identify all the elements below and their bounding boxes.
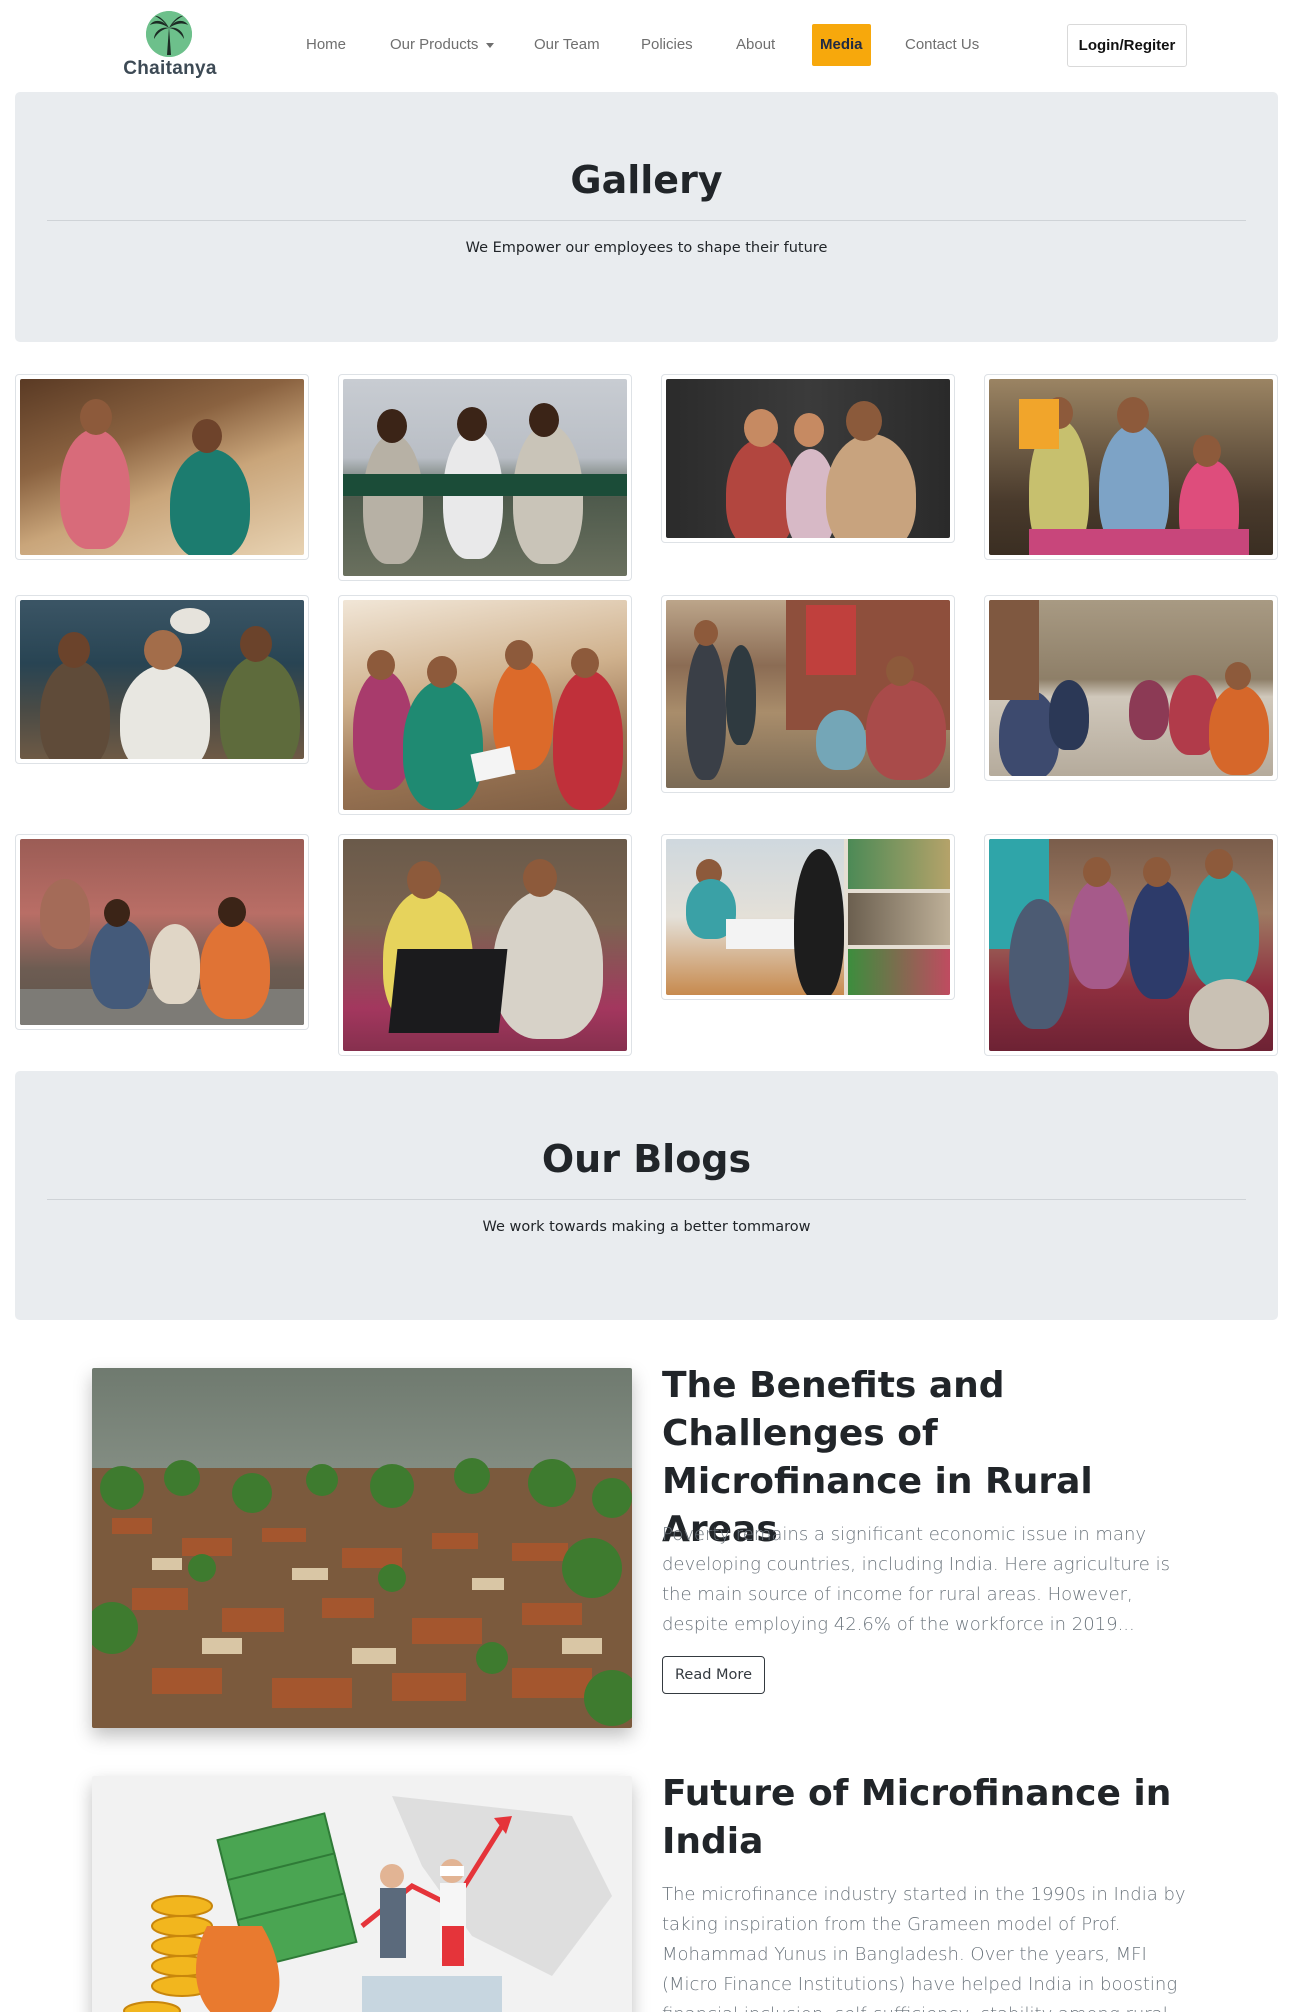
nav-media[interactable]: Media xyxy=(812,24,871,66)
top-navbar: Chaitanya Home Our Products Our Team Pol… xyxy=(0,0,1292,92)
nav-about[interactable]: About xyxy=(736,24,775,66)
gallery-photo-7[interactable] xyxy=(661,595,955,793)
gallery-photo-8[interactable] xyxy=(984,595,1278,781)
gallery-title: Gallery xyxy=(570,158,723,202)
gallery-photo-10[interactable] xyxy=(338,834,632,1056)
nav-contact-us[interactable]: Contact Us xyxy=(905,24,979,66)
gallery-photo-1[interactable] xyxy=(15,374,309,560)
photo-women-group-meeting xyxy=(343,600,627,810)
photo-men-by-river xyxy=(20,600,304,759)
blog-2-image[interactable] xyxy=(92,1776,632,2012)
brand-logo[interactable]: Chaitanya xyxy=(120,8,220,84)
gallery-photo-12[interactable] xyxy=(984,834,1278,1056)
photo-women-group-carpet xyxy=(989,839,1273,1051)
nav-home[interactable]: Home xyxy=(306,24,346,66)
gallery-subtitle: We Empower our employees to shape their … xyxy=(465,240,828,256)
nav-our-team[interactable]: Our Team xyxy=(534,24,600,66)
divider xyxy=(47,1199,1246,1200)
photo-family-outside-hut xyxy=(989,379,1273,555)
blogs-subtitle: We work towards making a better tommarow xyxy=(482,1219,811,1235)
blog-1-image[interactable] xyxy=(92,1368,632,1728)
gallery-header: Gallery We Empower our employees to shap… xyxy=(15,92,1278,342)
divider xyxy=(47,220,1246,221)
blog-1-read-more-button[interactable]: Read More xyxy=(662,1656,765,1694)
photo-couple-weaving xyxy=(20,379,304,555)
photo-microfinance-collage xyxy=(666,839,950,995)
chevron-down-icon xyxy=(486,42,495,48)
blog-1-excerpt: Poverty remains a significant economic i… xyxy=(662,1524,1170,1635)
photo-family-portrait xyxy=(666,379,950,538)
gallery-photo-2[interactable] xyxy=(338,374,632,581)
blogs-header: Our Blogs We work towards making a bette… xyxy=(15,1071,1278,1320)
nav-our-products-label: Our Products xyxy=(390,36,479,53)
photo-children-doorstep xyxy=(20,839,304,1025)
gallery-photo-9[interactable] xyxy=(15,834,309,1030)
gallery-photo-5[interactable] xyxy=(15,595,309,764)
login-register-button[interactable]: Login/Regiter xyxy=(1067,24,1187,67)
photo-women-meeting-indoors xyxy=(989,600,1273,776)
gallery-photo-11[interactable] xyxy=(661,834,955,1000)
photo-women-laptop xyxy=(343,839,627,1051)
nav-our-products[interactable]: Our Products xyxy=(390,24,495,66)
gallery-photo-6[interactable] xyxy=(338,595,632,815)
blog-2-excerpt: The microfinance industry started in the… xyxy=(662,1884,1186,2012)
photo-boys-studying xyxy=(343,379,627,576)
photo-village-street xyxy=(666,600,950,788)
palm-tree-icon xyxy=(146,11,192,57)
brand-name: Chaitanya xyxy=(123,58,217,79)
blogs-title: Our Blogs xyxy=(541,1137,752,1181)
gallery-photo-4[interactable] xyxy=(984,374,1278,560)
gallery-photo-3[interactable] xyxy=(661,374,955,543)
nav-policies[interactable]: Policies xyxy=(641,24,693,66)
blog-2-title[interactable]: Future of Microfinance in India xyxy=(662,1770,1202,1866)
